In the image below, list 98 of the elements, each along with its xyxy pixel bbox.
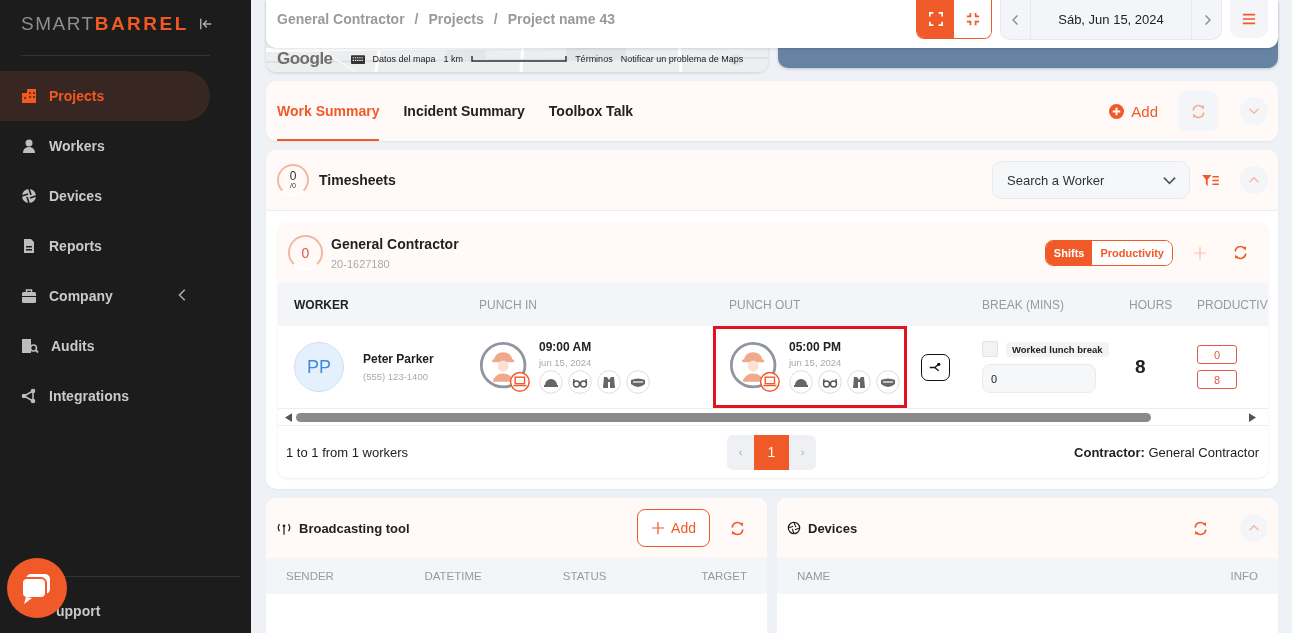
split-button[interactable]	[921, 353, 950, 381]
building-icon	[21, 88, 37, 104]
column-header: PRODUCTIV	[1197, 297, 1268, 312]
refresh-icon	[1233, 245, 1248, 260]
scroll-right-icon[interactable]	[1249, 412, 1256, 422]
sidebar-item[interactable]: Audits	[0, 321, 210, 371]
briefcase-icon	[21, 288, 37, 304]
refresh-button[interactable]	[1193, 520, 1208, 536]
section-title: Timesheets	[319, 172, 396, 188]
aperture-icon	[787, 521, 801, 535]
aperture-icon	[21, 188, 37, 204]
date-label: Sáb, Jun 15, 2024	[1030, 0, 1192, 39]
refresh-button[interactable]	[730, 520, 745, 536]
nodes-icon	[21, 388, 37, 404]
breadcrumb-separator: /	[493, 11, 498, 27]
view-toggle[interactable]	[954, 0, 991, 38]
worker-search-field[interactable]: Search a Worker	[992, 161, 1190, 199]
contractor-id: 20-1627180	[331, 257, 391, 270]
exit-fullscreen-icon	[965, 12, 980, 26]
filter-icon	[1202, 173, 1219, 187]
column-header: SENDER	[286, 570, 335, 582]
filter-button[interactable]	[1202, 173, 1219, 187]
map-attribution[interactable]: Datos del mapa	[372, 54, 436, 64]
worker-avatar-drawing	[729, 341, 781, 393]
sidebar-item[interactable]: Projects	[0, 71, 210, 121]
section-title: Broadcasting tool	[299, 520, 410, 536]
checkbox[interactable]	[982, 341, 998, 357]
sidebar-item[interactable]: Devices	[0, 171, 210, 221]
column-header: PUNCH OUT	[729, 297, 802, 312]
map-logo: Google	[277, 49, 333, 69]
column-header: BREAK (MINS)	[982, 297, 1065, 312]
tab[interactable]: Toolbox Talk	[548, 81, 634, 141]
column-header: TARGET	[701, 570, 747, 582]
sidebar-item[interactable]: Workers	[0, 121, 210, 171]
punch-time: 09:00 AM	[539, 340, 593, 354]
checkbox-label: Worked lunch break	[1006, 341, 1109, 357]
column-header: NAME	[797, 570, 831, 582]
worker-phone: (555) 123-1400	[363, 371, 429, 382]
column-header: DATETIME	[424, 570, 483, 582]
sidebar-item[interactable]: Integrations	[0, 371, 210, 421]
column-header: INFO	[1230, 570, 1258, 582]
person-icon	[21, 138, 37, 154]
plus-icon	[1193, 245, 1207, 260]
view-toggle[interactable]	[917, 0, 954, 38]
mask-icon	[626, 370, 650, 394]
section-title: Devices	[808, 520, 858, 536]
punch-date: jun 15, 2024	[539, 357, 593, 368]
worker-avatar: PP	[294, 342, 344, 392]
productivity-value: 0	[1197, 345, 1237, 364]
building-search-icon	[21, 338, 39, 354]
count-ring: 0	[288, 235, 323, 270]
sidebar-item[interactable]: Reports	[0, 221, 210, 271]
plus-icon	[651, 521, 666, 535]
map-attribution[interactable]: Notificar un problema de Maps	[620, 54, 744, 64]
sidebar-item[interactable]: Company	[0, 271, 210, 321]
column-header: STATUS	[562, 570, 608, 582]
refresh-icon	[1193, 520, 1208, 536]
productivity-value: 8	[1197, 370, 1237, 389]
split-icon	[929, 360, 942, 374]
map-attribution: 1 km	[443, 54, 464, 64]
punch-time: 05:00 PM	[789, 340, 843, 354]
break-minutes-field[interactable]: 0	[982, 364, 1096, 393]
vest-icon	[847, 370, 871, 394]
column-header: PUNCH IN	[479, 297, 538, 312]
scroll-left-icon[interactable]	[285, 412, 292, 422]
scale-bar-icon	[471, 56, 568, 62]
menu-icon	[1242, 12, 1256, 26]
vest-icon	[597, 370, 621, 394]
hard-hat-icon	[539, 370, 563, 394]
hours-value: 8	[1134, 356, 1147, 378]
column-header: WORKER	[294, 297, 350, 312]
contractor-name: General Contractor	[331, 235, 459, 252]
punch-date: jun 15, 2024	[789, 357, 843, 368]
scrollbar-thumb[interactable]	[296, 412, 1151, 422]
refresh-icon	[730, 520, 745, 536]
worker-avatar-drawing	[479, 341, 531, 393]
keyboard-icon[interactable]	[350, 54, 365, 64]
glasses-icon	[568, 370, 592, 394]
contractor-note: Contractor: General Contractor	[1074, 444, 1259, 460]
logo: SMARTBARREL	[21, 13, 189, 35]
refresh-icon	[1190, 103, 1206, 119]
map-attribution[interactable]: Términos	[575, 54, 613, 64]
document-icon	[21, 238, 37, 254]
results-summary: 1 to 1 from 1 workers	[286, 444, 410, 460]
antenna-icon	[276, 521, 292, 535]
plus-circle-icon	[1109, 103, 1125, 119]
column-header: HOURS	[1129, 297, 1174, 312]
fullscreen-icon	[928, 12, 943, 26]
support-link[interactable]: upport	[0, 577, 251, 633]
tab[interactable]: Incident Summary	[403, 81, 525, 141]
hard-hat-icon	[789, 370, 813, 394]
refresh-button[interactable]	[1233, 245, 1248, 260]
mask-icon	[876, 370, 900, 394]
menu-button[interactable]	[1230, 0, 1268, 38]
worker-name: Peter Parker	[363, 352, 434, 366]
glasses-icon	[818, 370, 842, 394]
collapse-sidebar-icon[interactable]	[198, 17, 213, 31]
breadcrumb-separator: /	[414, 11, 419, 27]
